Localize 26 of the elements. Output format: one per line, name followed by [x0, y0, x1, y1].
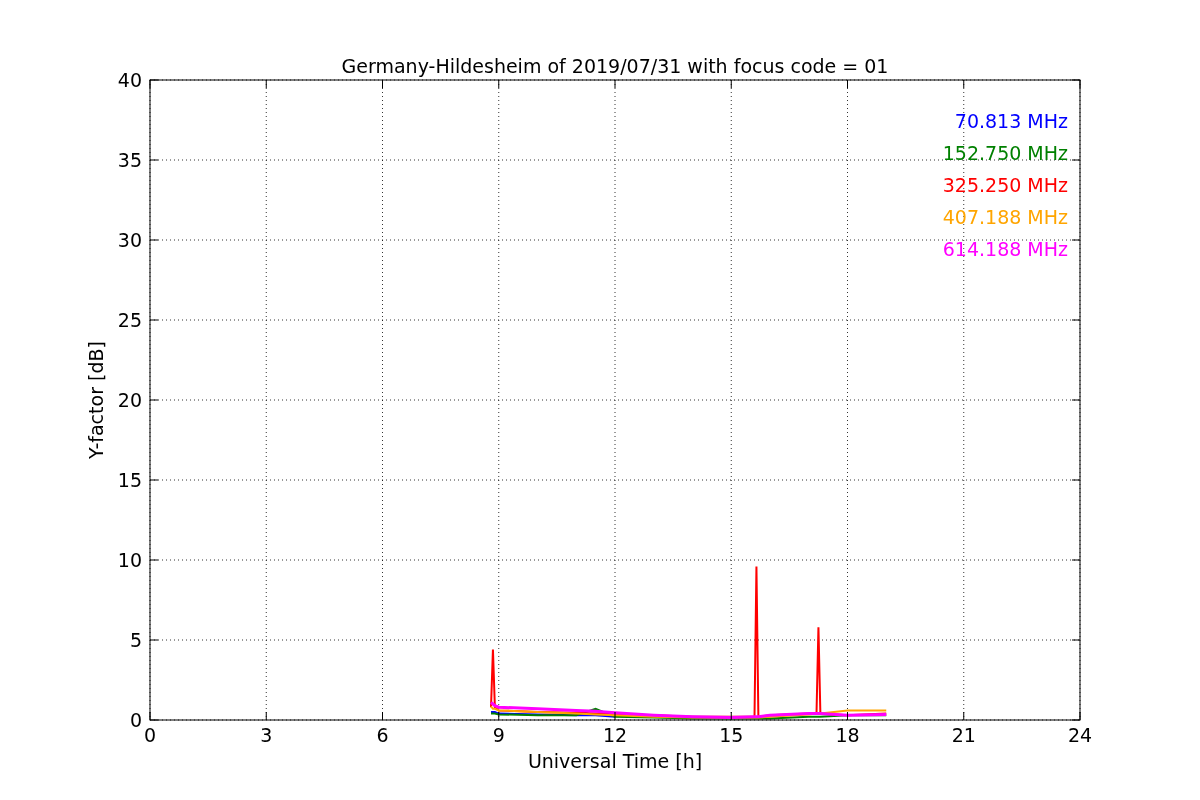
y-tick-label: 10 [117, 549, 142, 571]
y-tick-label: 35 [117, 149, 142, 171]
legend-label: 325.250 MHz [942, 174, 1068, 196]
legend-label: 70.813 MHz [954, 110, 1068, 132]
x-tick-label: 6 [376, 724, 389, 746]
x-tick-label: 15 [719, 724, 744, 746]
x-tick-label: 21 [951, 724, 976, 746]
legend-label: 614.188 MHz [942, 238, 1068, 260]
chart-title: Germany-Hildesheim of 2019/07/31 with focus code = 01 [341, 55, 889, 77]
y-tick-label: 25 [117, 309, 142, 331]
y-tick-label: 20 [117, 389, 142, 411]
y-tick-label: 5 [129, 629, 142, 651]
legend-label: 407.188 MHz [942, 206, 1068, 228]
y-tick-label: 30 [117, 229, 142, 251]
x-tick-label: 9 [492, 724, 505, 746]
x-tick-label: 3 [260, 724, 273, 746]
x-tick-label: 0 [143, 724, 157, 746]
y-tick-label: 15 [117, 469, 142, 491]
x-tick-label: 12 [602, 724, 628, 746]
x-tick-label: 24 [1067, 724, 1093, 746]
x-tick-label: 18 [835, 724, 860, 746]
x-axis-label: Universal Time [h] [527, 750, 703, 772]
y-tick-label: 40 [117, 69, 142, 91]
y-axis-label: Y-factor [dB] [85, 341, 107, 459]
legend-label: 152.750 MHz [942, 142, 1068, 164]
y-tick-label: 0 [129, 709, 142, 731]
